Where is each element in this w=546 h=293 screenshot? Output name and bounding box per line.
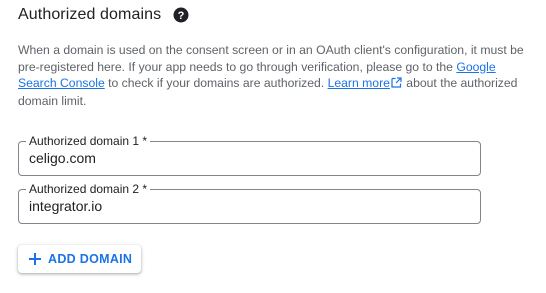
section-header: Authorized domains ? — [18, 4, 189, 26]
authorized-domain-2-input[interactable] — [29, 198, 470, 214]
authorized-domain-2-label: Authorized domain 2 * — [26, 181, 151, 197]
add-domain-button[interactable]: ADD DOMAIN — [18, 245, 142, 273]
section-title: Authorized domains — [18, 6, 162, 23]
learn-more-link[interactable]: Learn more — [328, 76, 390, 90]
plus-icon — [28, 252, 42, 266]
svg-text:?: ? — [178, 10, 185, 22]
description-text-before: When a domain is used on the consent scr… — [18, 43, 524, 74]
open-in-new-icon[interactable] — [391, 76, 402, 93]
description: When a domain is used on the consent scr… — [18, 42, 528, 109]
authorized-domain-1-input[interactable] — [29, 150, 470, 166]
description-text-middle: to check if your domains are authorized. — [104, 76, 328, 90]
authorized-domain-1-field[interactable]: Authorized domain 1 * — [18, 133, 481, 176]
authorized-domain-2-field[interactable]: Authorized domain 2 * — [18, 181, 481, 224]
help-circle-icon[interactable]: ? — [173, 7, 189, 23]
authorized-domain-1-label: Authorized domain 1 * — [26, 133, 151, 149]
add-domain-label: ADD DOMAIN — [48, 252, 133, 266]
